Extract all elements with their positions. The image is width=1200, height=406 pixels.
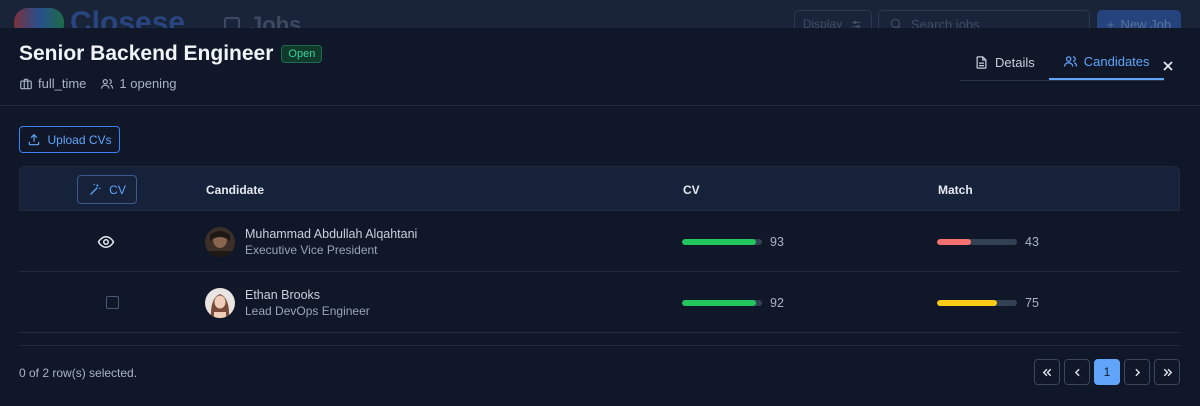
cv-score-cell: 93 — [682, 211, 784, 272]
cv-score-value: 92 — [770, 295, 784, 310]
candidate-role: Lead DevOps Engineer — [245, 303, 370, 318]
upload-icon — [29, 133, 40, 145]
chevron-right-icon — [1134, 368, 1140, 376]
first-page-button[interactable] — [1034, 359, 1060, 385]
upload-cvs-button[interactable]: Upload CVs — [19, 126, 120, 153]
candidate-cell: Ethan Brooks Lead DevOps Engineer — [205, 272, 370, 333]
tab-details-label: Details — [995, 55, 1035, 70]
selection-status: 0 of 2 row(s) selected. — [19, 366, 138, 380]
match-score-bar — [937, 299, 1017, 306]
cv-score-fill — [682, 238, 757, 245]
candidates-table: CV Candidate CV Match Muhammad Abdullah … — [19, 166, 1180, 333]
tab-candidates-label: Candidates — [1083, 54, 1150, 69]
job-modal: Senior Backend Engineer Open full_time 1… — [0, 28, 1200, 406]
match-score-value: 75 — [1025, 295, 1039, 310]
column-header-match[interactable]: Match — [938, 167, 973, 212]
match-score-cell: 75 — [937, 272, 1039, 333]
modal-header: Senior Backend Engineer Open full_time 1… — [0, 28, 1200, 106]
tab-candidates[interactable]: Candidates — [1048, 45, 1164, 80]
employment-type: full_time — [19, 76, 86, 91]
openings-text: 1 opening — [119, 76, 177, 91]
chevrons-right-icon — [1163, 368, 1172, 376]
match-score-value: 43 — [1025, 234, 1039, 249]
avatar — [205, 287, 235, 318]
cv-score-fill — [682, 299, 756, 306]
page-button-current[interactable]: 1 — [1094, 359, 1120, 385]
job-meta: full_time 1 opening — [19, 76, 177, 91]
cv-score-bar — [682, 299, 762, 306]
chevron-left-icon — [1074, 368, 1080, 376]
job-title: Senior Backend Engineer — [19, 42, 274, 65]
row-select-cell — [106, 272, 119, 333]
cv-score-value: 93 — [770, 234, 784, 249]
candidate-role: Executive Vice President — [245, 242, 378, 257]
cv-filter-button[interactable]: CV — [77, 175, 137, 204]
last-page-button[interactable] — [1154, 359, 1180, 385]
users-icon — [1063, 56, 1077, 67]
candidate-name[interactable]: Muhammad Abdullah Alqahtani — [245, 227, 417, 241]
candidate-info: Ethan Brooks Lead DevOps Engineer — [245, 288, 370, 318]
table-header: CV Candidate CV Match — [19, 166, 1180, 211]
openings-count: 1 opening — [100, 76, 177, 91]
column-header-cv[interactable]: CV — [683, 167, 700, 212]
match-score-fill — [937, 299, 997, 306]
match-score-bar — [937, 238, 1017, 245]
candidate-info: Muhammad Abdullah Alqahtani Executive Vi… — [245, 227, 417, 257]
modal-tabs: Details Candidates — [960, 45, 1164, 81]
cv-score-bar — [682, 238, 762, 245]
next-page-button[interactable] — [1124, 359, 1150, 385]
briefcase-icon — [20, 78, 32, 89]
avatar — [205, 226, 235, 257]
title-row: Senior Backend Engineer Open — [19, 42, 323, 66]
magic-wand-icon — [90, 183, 101, 195]
column-header-candidate[interactable]: Candidate — [206, 167, 264, 212]
tab-details[interactable]: Details — [960, 45, 1049, 80]
candidate-cell: Muhammad Abdullah Alqahtani Executive Vi… — [205, 211, 417, 272]
cv-button-label: CV — [109, 182, 126, 197]
employment-type-text: full_time — [38, 76, 87, 91]
pagination: 1 — [1034, 359, 1180, 385]
table-row[interactable]: Ethan Brooks Lead DevOps Engineer 92 75 — [19, 272, 1180, 333]
candidate-name[interactable]: Ethan Brooks — [245, 288, 370, 302]
table-row[interactable]: Muhammad Abdullah Alqahtani Executive Vi… — [19, 211, 1180, 272]
chevrons-left-icon — [1042, 368, 1051, 376]
status-badge: Open — [281, 45, 323, 63]
row-checkbox[interactable] — [106, 296, 119, 309]
previous-page-button[interactable] — [1064, 359, 1090, 385]
document-icon — [976, 56, 987, 69]
match-score-cell: 43 — [937, 211, 1039, 272]
footer-divider — [19, 345, 1180, 346]
upload-label: Upload CVs — [47, 132, 112, 147]
eye-icon[interactable] — [97, 233, 115, 251]
cv-score-cell: 92 — [682, 272, 784, 333]
match-score-fill — [937, 238, 972, 245]
close-icon[interactable] — [1160, 58, 1176, 74]
row-select-cell — [97, 211, 115, 272]
users-icon — [101, 78, 114, 89]
